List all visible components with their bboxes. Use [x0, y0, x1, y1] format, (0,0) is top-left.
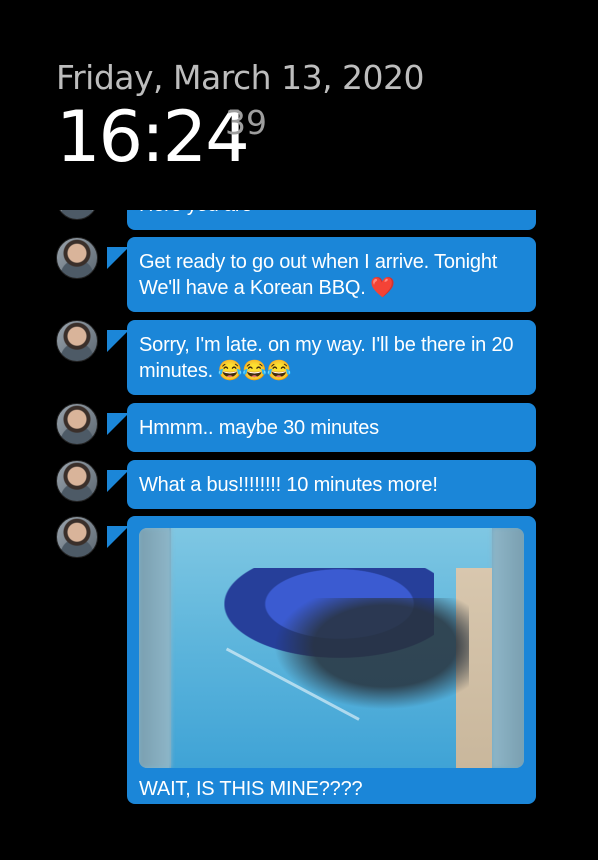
message-text: Get ready to go out when I arrive. Tonig…	[139, 251, 498, 299]
bubble-tail	[107, 330, 129, 352]
message-text: Here you are	[139, 210, 524, 218]
sender-avatar[interactable]	[56, 403, 98, 445]
bubble-tail	[107, 413, 129, 435]
sender-avatar[interactable]	[56, 210, 98, 220]
message-bubble[interactable]: Sorry, I'm late. on my way. I'll be ther…	[127, 320, 536, 395]
clock-seconds: 39	[225, 103, 267, 142]
message-bubble[interactable]: Here you are	[127, 210, 536, 230]
bubble-tail	[107, 526, 129, 548]
clock-time: 16:24	[56, 96, 250, 178]
sender-avatar[interactable]	[56, 320, 98, 362]
date-label: Friday, March 13, 2020	[56, 58, 425, 97]
message-bubble[interactable]: What a bus!!!!!!!! 10 minutes more!	[127, 460, 536, 509]
attached-photo[interactable]	[139, 528, 524, 768]
bubble-tail	[107, 470, 129, 492]
message-text: Hmmm.. maybe 30 minutes	[139, 417, 379, 439]
heart-emoji: ❤️	[370, 277, 395, 299]
message-text: What a bus!!!!!!!! 10 minutes more!	[139, 474, 438, 496]
message-bubble[interactable]: Hmmm.. maybe 30 minutes	[127, 403, 536, 452]
message-bubble[interactable]: Get ready to go out when I arrive. Tonig…	[127, 237, 536, 312]
laughing-emoji: 😂😂😂	[217, 360, 292, 382]
sender-avatar[interactable]	[56, 237, 98, 279]
message-text: WAIT, IS THIS MINE????	[139, 778, 363, 800]
message-thread[interactable]: Here you are Get ready to go out when I …	[0, 210, 598, 860]
sender-avatar[interactable]	[56, 516, 98, 558]
message-bubble[interactable]: WAIT, IS THIS MINE????	[127, 516, 536, 804]
sender-avatar[interactable]	[56, 460, 98, 502]
bubble-tail	[107, 247, 129, 269]
message-text: Sorry, I'm late. on my way. I'll be ther…	[139, 334, 514, 382]
